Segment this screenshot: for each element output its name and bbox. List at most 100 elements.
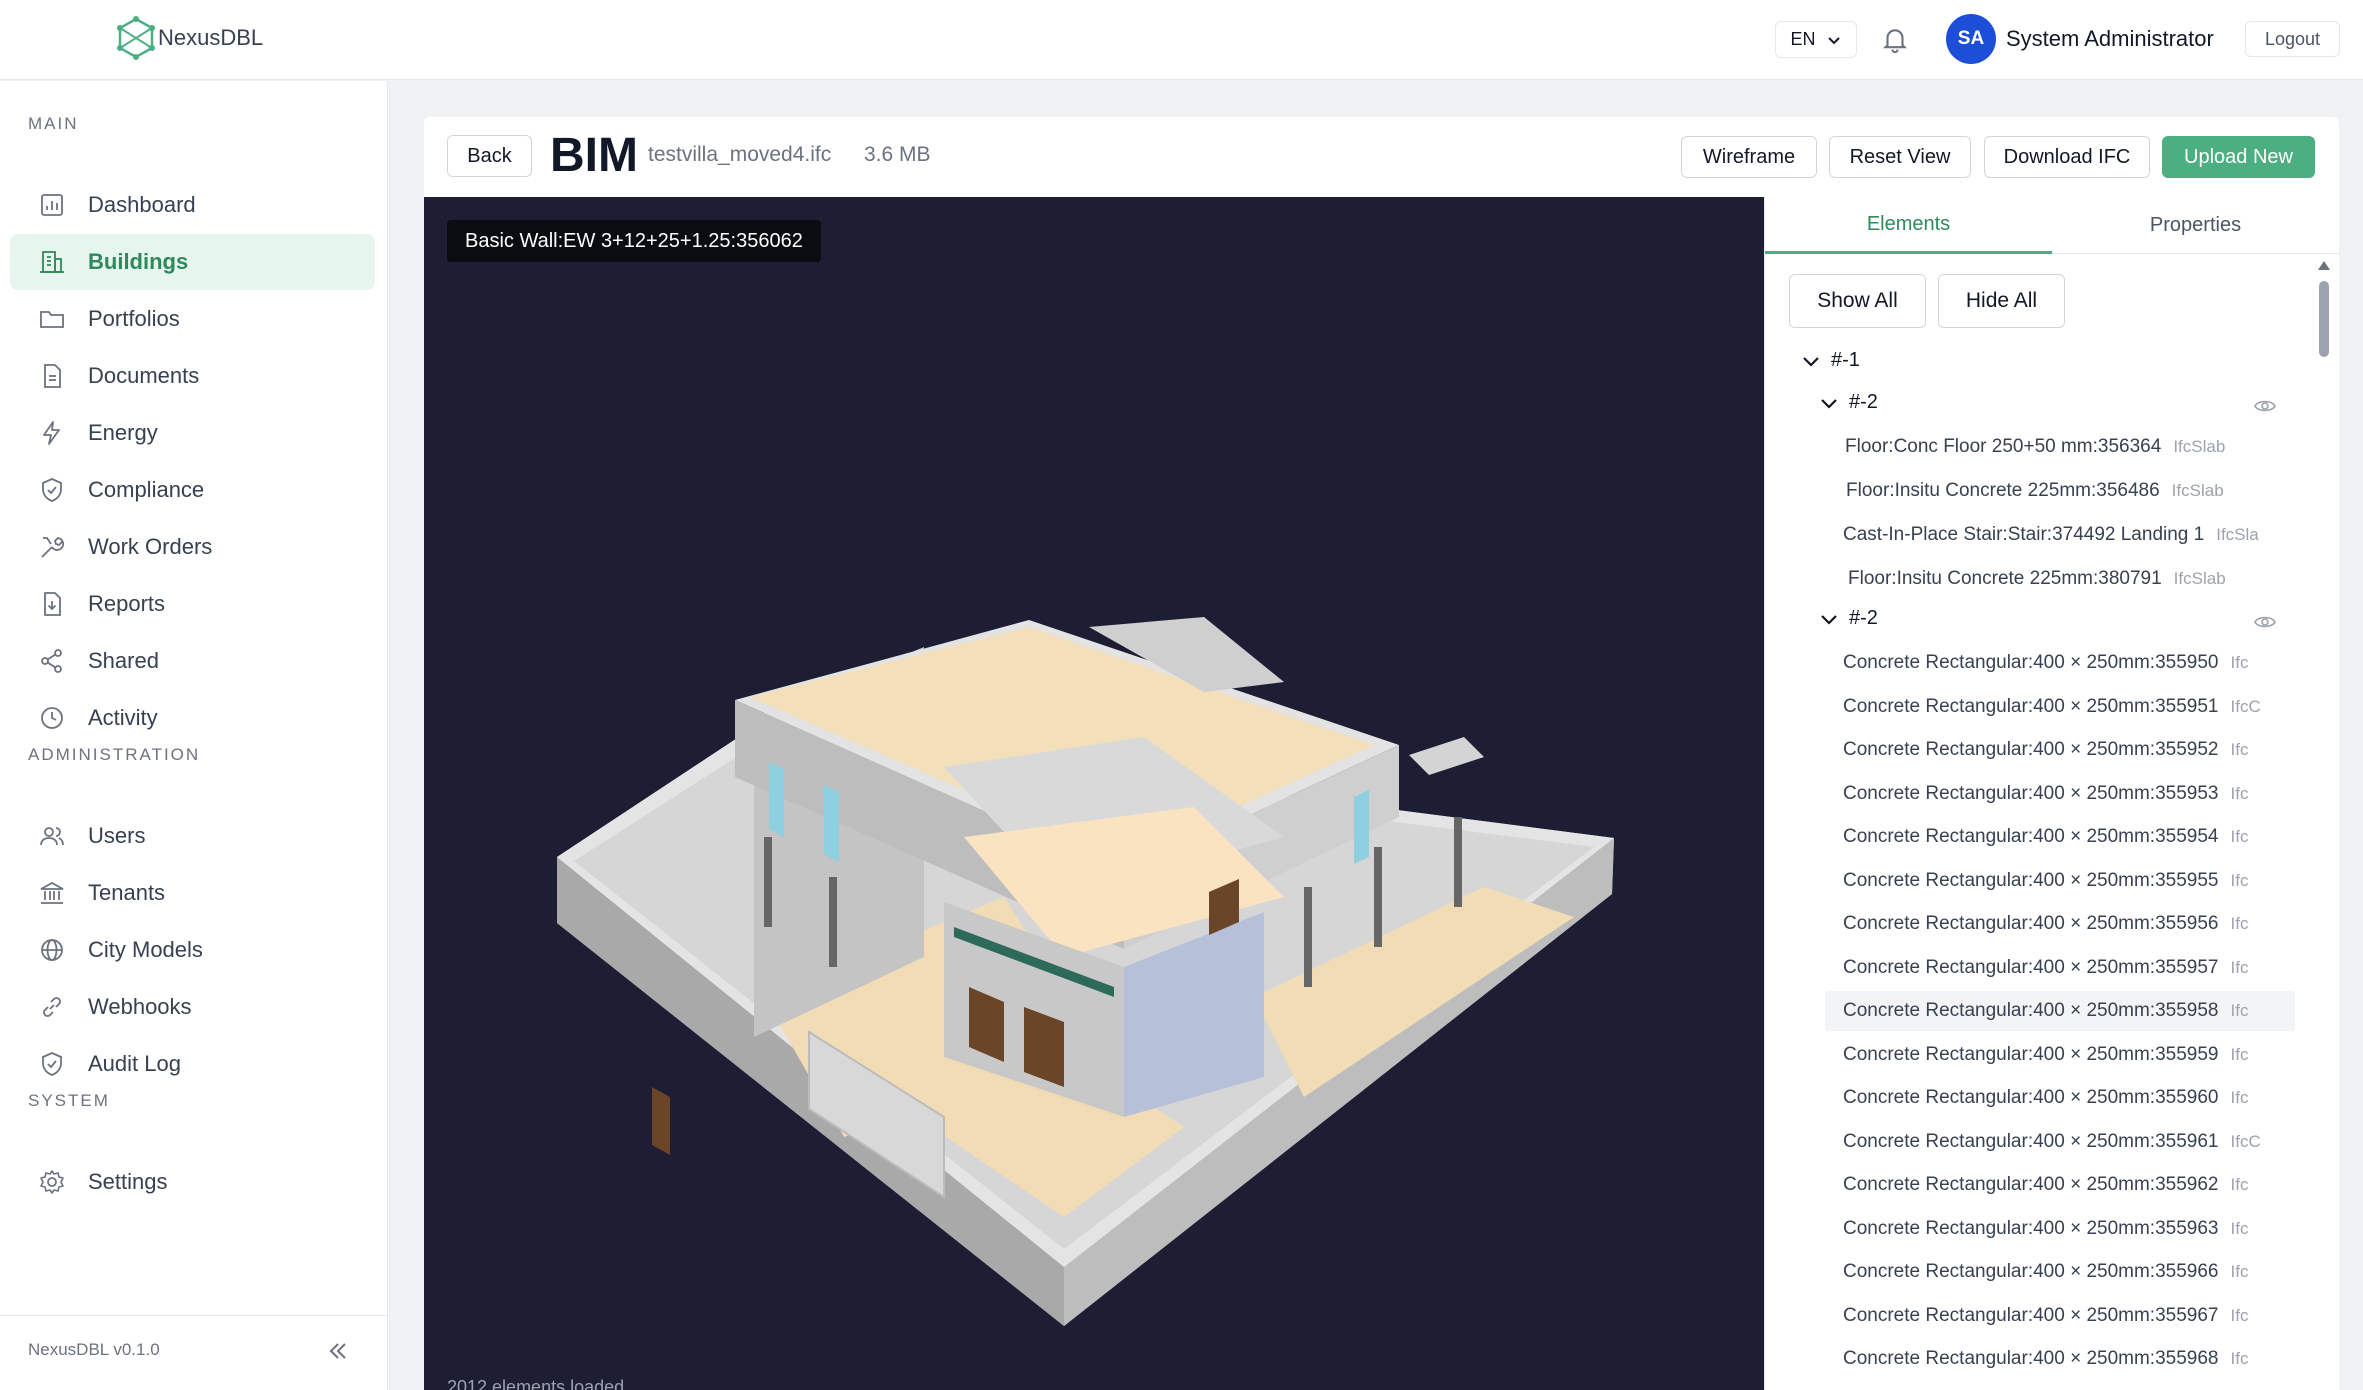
sidebar-item-label: Reports	[88, 591, 166, 616]
element-row[interactable]: Concrete Rectangular:400 × 250mm:355960 I…	[1825, 1078, 2295, 1118]
element-row[interactable]: Concrete Rectangular:400 × 250mm:355966 I…	[1825, 1252, 2295, 1292]
sidebar-item-dashboard[interactable]: Dashboard	[10, 177, 375, 233]
download-ifc-button[interactable]: Download IFC	[1984, 136, 2150, 178]
building-icon	[40, 251, 64, 273]
hide-all-button[interactable]: Hide All	[1938, 274, 2065, 328]
clock-icon	[41, 707, 63, 729]
scroll-up-icon[interactable]	[2317, 259, 2331, 273]
sidebar-item-webhooks[interactable]: Webhooks	[10, 979, 375, 1035]
element-row[interactable]: Concrete Rectangular:400 × 250mm:355958 I…	[1825, 991, 2295, 1031]
element-name: Concrete Rectangular:400 × 250mm:355956	[1843, 913, 2219, 934]
element-name: Concrete Rectangular:400 × 250mm:355954	[1843, 826, 2219, 847]
hover-tooltip: Basic Wall:EW 3+12+25+1.25:356062	[447, 220, 821, 262]
element-type: IfcSla	[2216, 525, 2259, 544]
language-select[interactable]: EN	[1775, 21, 1857, 58]
sidebar-item-label: Portfolios	[88, 306, 180, 331]
sidebar-item-shared[interactable]: Shared	[10, 633, 375, 689]
sidebar-item-label: Work Orders	[88, 534, 213, 559]
tab-properties[interactable]: Properties	[2052, 197, 2339, 254]
element-row[interactable]: Concrete Rectangular:400 × 250mm:355954 I…	[1825, 817, 2295, 857]
element-row[interactable]: Concrete Rectangular:400 × 250mm:355962 I…	[1825, 1165, 2295, 1205]
element-type: Ifc	[2230, 827, 2249, 846]
element-row[interactable]: Concrete Rectangular:400 × 250mm:355963 I…	[1825, 1209, 2295, 1249]
eye-icon[interactable]	[2253, 394, 2277, 418]
tab-elements[interactable]: Elements	[1765, 197, 2052, 254]
wrench-icon	[41, 537, 65, 558]
element-row[interactable]: Concrete Rectangular:400 × 250mm:355968 I…	[1825, 1339, 2295, 1379]
page-title: BIM	[550, 129, 638, 182]
app-version: NexusDBL v0.1.0	[28, 1340, 160, 1359]
sidebar-item-audit-log[interactable]: Audit Log	[10, 1036, 375, 1092]
element-row[interactable]: Concrete Rectangular:400 × 250mm:355961 I…	[1825, 1122, 2295, 1162]
bell-icon[interactable]	[1880, 24, 1910, 54]
folder-icon	[40, 311, 64, 328]
element-name: Concrete Rectangular:400 × 250mm:355961	[1843, 1130, 2219, 1152]
shield-icon	[42, 1052, 62, 1076]
element-row[interactable]: Concrete Rectangular:400 × 250mm:355967 I…	[1825, 1296, 2295, 1336]
sidebar-item-activity[interactable]: Activity	[10, 690, 375, 746]
element-type: Ifc	[2230, 870, 2249, 890]
element-row[interactable]: Concrete Rectangular:400 × 250mm:355953 I…	[1825, 774, 2295, 814]
sidebar-item-settings[interactable]: Settings	[10, 1154, 375, 1210]
sidebar-item-work-orders[interactable]: Work Orders	[10, 519, 375, 575]
panel-scrollbar[interactable]	[2317, 257, 2331, 1390]
element-type: Ifc	[2230, 957, 2249, 977]
element-row[interactable]: Concrete Rectangular:400 × 250mm:355952 I…	[1825, 730, 2295, 770]
scrollbar-thumb[interactable]	[2319, 281, 2329, 357]
file-size: 3.6 MB	[864, 143, 931, 166]
tree-node-root[interactable]: #-1	[1801, 349, 1860, 372]
element-row[interactable]: Concrete Rectangular:400 × 250mm:355951 I…	[1825, 687, 2295, 727]
element-row[interactable]: Concrete Rectangular:400 × 250mm:355950 I…	[1825, 643, 2295, 683]
element-name: Concrete Rectangular:400 × 250mm:355967	[1843, 1304, 2219, 1326]
element-name: Cast-In-Place Stair:Stair:374492 Landing…	[1843, 524, 2205, 545]
element-row[interactable]: Concrete Rectangular:400 × 250mm:355957 I…	[1825, 948, 2295, 988]
element-row[interactable]: Cast-In-Place Stair:Stair:374492 Landing…	[1843, 515, 2313, 555]
sidebar-item-portfolios[interactable]: Portfolios	[10, 291, 375, 347]
collapse-sidebar-icon[interactable]	[322, 1336, 352, 1366]
avatar[interactable]: SA	[1946, 14, 1996, 64]
element-row[interactable]: Floor:Insitu Concrete 225mm:380791 IfcSla…	[1848, 559, 2318, 599]
sidebar-item-reports[interactable]: Reports	[10, 576, 375, 632]
logo-text: NexusDBL	[158, 25, 264, 50]
element-type: Ifc	[2230, 1088, 2249, 1107]
element-name: Concrete Rectangular:400 × 250mm:355957	[1843, 956, 2219, 978]
element-type: Ifc	[2230, 1218, 2249, 1238]
element-type: Ifc	[2230, 1305, 2249, 1325]
element-row[interactable]: Concrete Rectangular:400 × 250mm:355955 I…	[1825, 861, 2295, 901]
sidebar-item-users[interactable]: Users	[10, 808, 375, 864]
sidebar-item-compliance[interactable]: Compliance	[10, 462, 375, 518]
logout-button[interactable]: Logout	[2245, 21, 2340, 57]
element-type: Ifc	[2230, 1001, 2249, 1020]
element-name: Floor:Insitu Concrete 225mm:356486	[1846, 480, 2160, 501]
element-row[interactable]: Concrete Rectangular:400 × 250mm:355956 I…	[1825, 904, 2295, 944]
show-all-button[interactable]: Show All	[1789, 274, 1926, 328]
element-row[interactable]: Concrete Rectangular:400 × 250mm:355959 I…	[1825, 1035, 2295, 1075]
tree-node-group-1[interactable]: #-2	[1819, 391, 1878, 414]
eye-icon[interactable]	[2253, 610, 2277, 634]
building-model	[557, 617, 1614, 1326]
logo[interactable]: NexusDBL	[116, 16, 263, 60]
sidebar-item-label: Buildings	[88, 249, 189, 274]
wireframe-button[interactable]: Wireframe	[1681, 136, 1817, 178]
chevron-down-icon	[1821, 614, 1837, 625]
sidebar-item-energy[interactable]: Energy	[10, 405, 375, 461]
sidebar-item-buildings[interactable]: Buildings	[10, 234, 375, 290]
top-bar: NexusDBL EN SA System Administrator Logo…	[0, 0, 2363, 80]
element-type: Ifc	[2230, 1175, 2249, 1194]
upload-new-button[interactable]: Upload New	[2162, 136, 2315, 178]
element-row[interactable]: Floor:Conc Floor 250+50 mm:356364 IfcSlab	[1845, 427, 2315, 467]
element-row[interactable]: Floor:Insitu Concrete 225mm:356486 IfcSla…	[1846, 471, 2316, 511]
bim-viewer[interactable]: Basic Wall:EW 3+12+25+1.25:356062 2012 e…	[424, 197, 1764, 1390]
sidebar-item-label: Compliance	[88, 477, 205, 502]
sidebar-item-tenants[interactable]: Tenants	[10, 865, 375, 921]
gear-icon	[40, 1170, 64, 1194]
element-type: IfcSlab	[2173, 569, 2226, 588]
element-type: Ifc	[2230, 653, 2249, 672]
element-name: Concrete Rectangular:400 × 250mm:355959	[1843, 1043, 2219, 1065]
element-type: Ifc	[2230, 1044, 2249, 1064]
back-button[interactable]: Back	[447, 135, 532, 177]
tree-node-group-2[interactable]: #-2	[1819, 607, 1878, 630]
sidebar-item-documents[interactable]: Documents	[10, 348, 375, 404]
reset-view-button[interactable]: Reset View	[1829, 136, 1971, 178]
sidebar-item-city-models[interactable]: City Models	[10, 922, 375, 978]
